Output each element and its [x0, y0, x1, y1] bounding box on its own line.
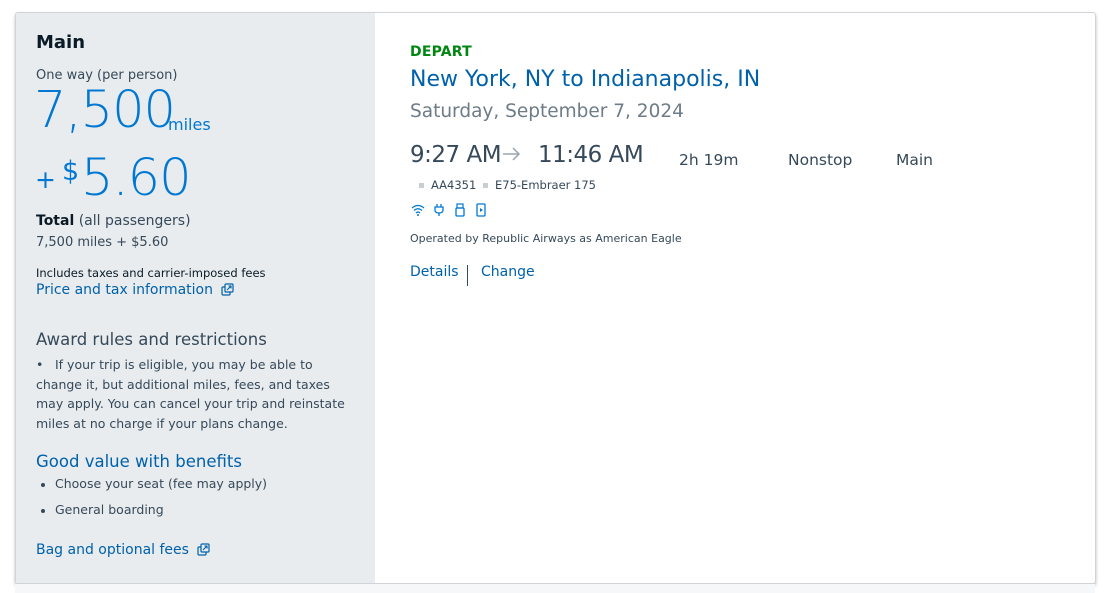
link-divider	[467, 265, 468, 286]
total-label: Total (all passengers)	[36, 213, 191, 229]
flight-details-panel: DEPART New York, NY to Indianapolis, IN …	[375, 13, 1095, 583]
benefit-item: General boarding	[40, 502, 267, 528]
flight-summary-card: Main One way (per person) 7,500 miles + …	[15, 12, 1096, 584]
award-rules-text: • If your trip is eligible, you may be ab…	[36, 355, 356, 433]
cabin-class: Main	[896, 151, 934, 169]
price-tax-info-link[interactable]: Price and tax information	[36, 282, 235, 298]
entertainment-icon	[474, 202, 488, 217]
bag-fees-label[interactable]: Bag and optional fees	[36, 542, 189, 558]
external-link-icon	[197, 543, 211, 556]
total-label-bold: Total	[36, 213, 75, 229]
operated-by-text: Operated by Republic Airways as American…	[410, 232, 682, 245]
price-tax-info-label[interactable]: Price and tax information	[36, 282, 213, 298]
cabin-title: Main	[36, 32, 86, 53]
usb-icon	[453, 202, 467, 217]
plus-sign: +	[35, 165, 56, 194]
currency-symbol: $	[62, 156, 80, 187]
total-suffix: (all passengers)	[78, 213, 191, 229]
flight-number: AA4351	[431, 178, 477, 192]
award-rules-title: Award rules and restrictions	[36, 330, 267, 349]
card-bottom-edge	[15, 584, 1095, 593]
award-rule-item: If your trip is eligible, you may be abl…	[36, 357, 345, 431]
includes-taxes-text: Includes taxes and carrier-imposed fees	[36, 266, 266, 280]
change-link[interactable]: Change	[481, 264, 535, 280]
benefit-item: Choose your seat (fee may apply)	[40, 476, 267, 502]
arrival-time: 11:46 AM	[538, 142, 644, 168]
total-value: 7,500 miles + $5.60	[36, 235, 169, 250]
fare-panel: Main One way (per person) 7,500 miles + …	[16, 13, 375, 583]
route-title: New York, NY to Indianapolis, IN	[410, 67, 761, 92]
miles-unit: miles	[168, 115, 211, 134]
miles-amount: 7,500	[34, 81, 176, 140]
benefits-list: Choose your seat (fee may apply) General…	[40, 476, 267, 528]
departure-time: 9:27 AM	[410, 142, 502, 168]
square-bullet	[419, 183, 424, 188]
cash-amount: 5.60	[81, 149, 192, 208]
depart-label: DEPART	[410, 44, 472, 60]
bag-fees-link[interactable]: Bag and optional fees	[36, 542, 211, 558]
power-outlet-icon	[432, 202, 446, 216]
benefits-title: Good value with benefits	[36, 452, 242, 471]
external-link-icon	[221, 283, 235, 296]
wifi-icon	[411, 202, 425, 216]
details-link[interactable]: Details	[410, 264, 459, 280]
flight-date: Saturday, September 7, 2024	[410, 101, 684, 122]
amenities-list	[411, 202, 488, 217]
square-bullet	[483, 183, 488, 188]
arrow-right-icon	[503, 147, 521, 161]
aircraft-type: E75-Embraer 175	[495, 178, 597, 192]
stops-info: Nonstop	[788, 151, 853, 169]
bullet-dot: •	[36, 357, 44, 372]
flight-duration: 2h 19m	[679, 151, 739, 169]
